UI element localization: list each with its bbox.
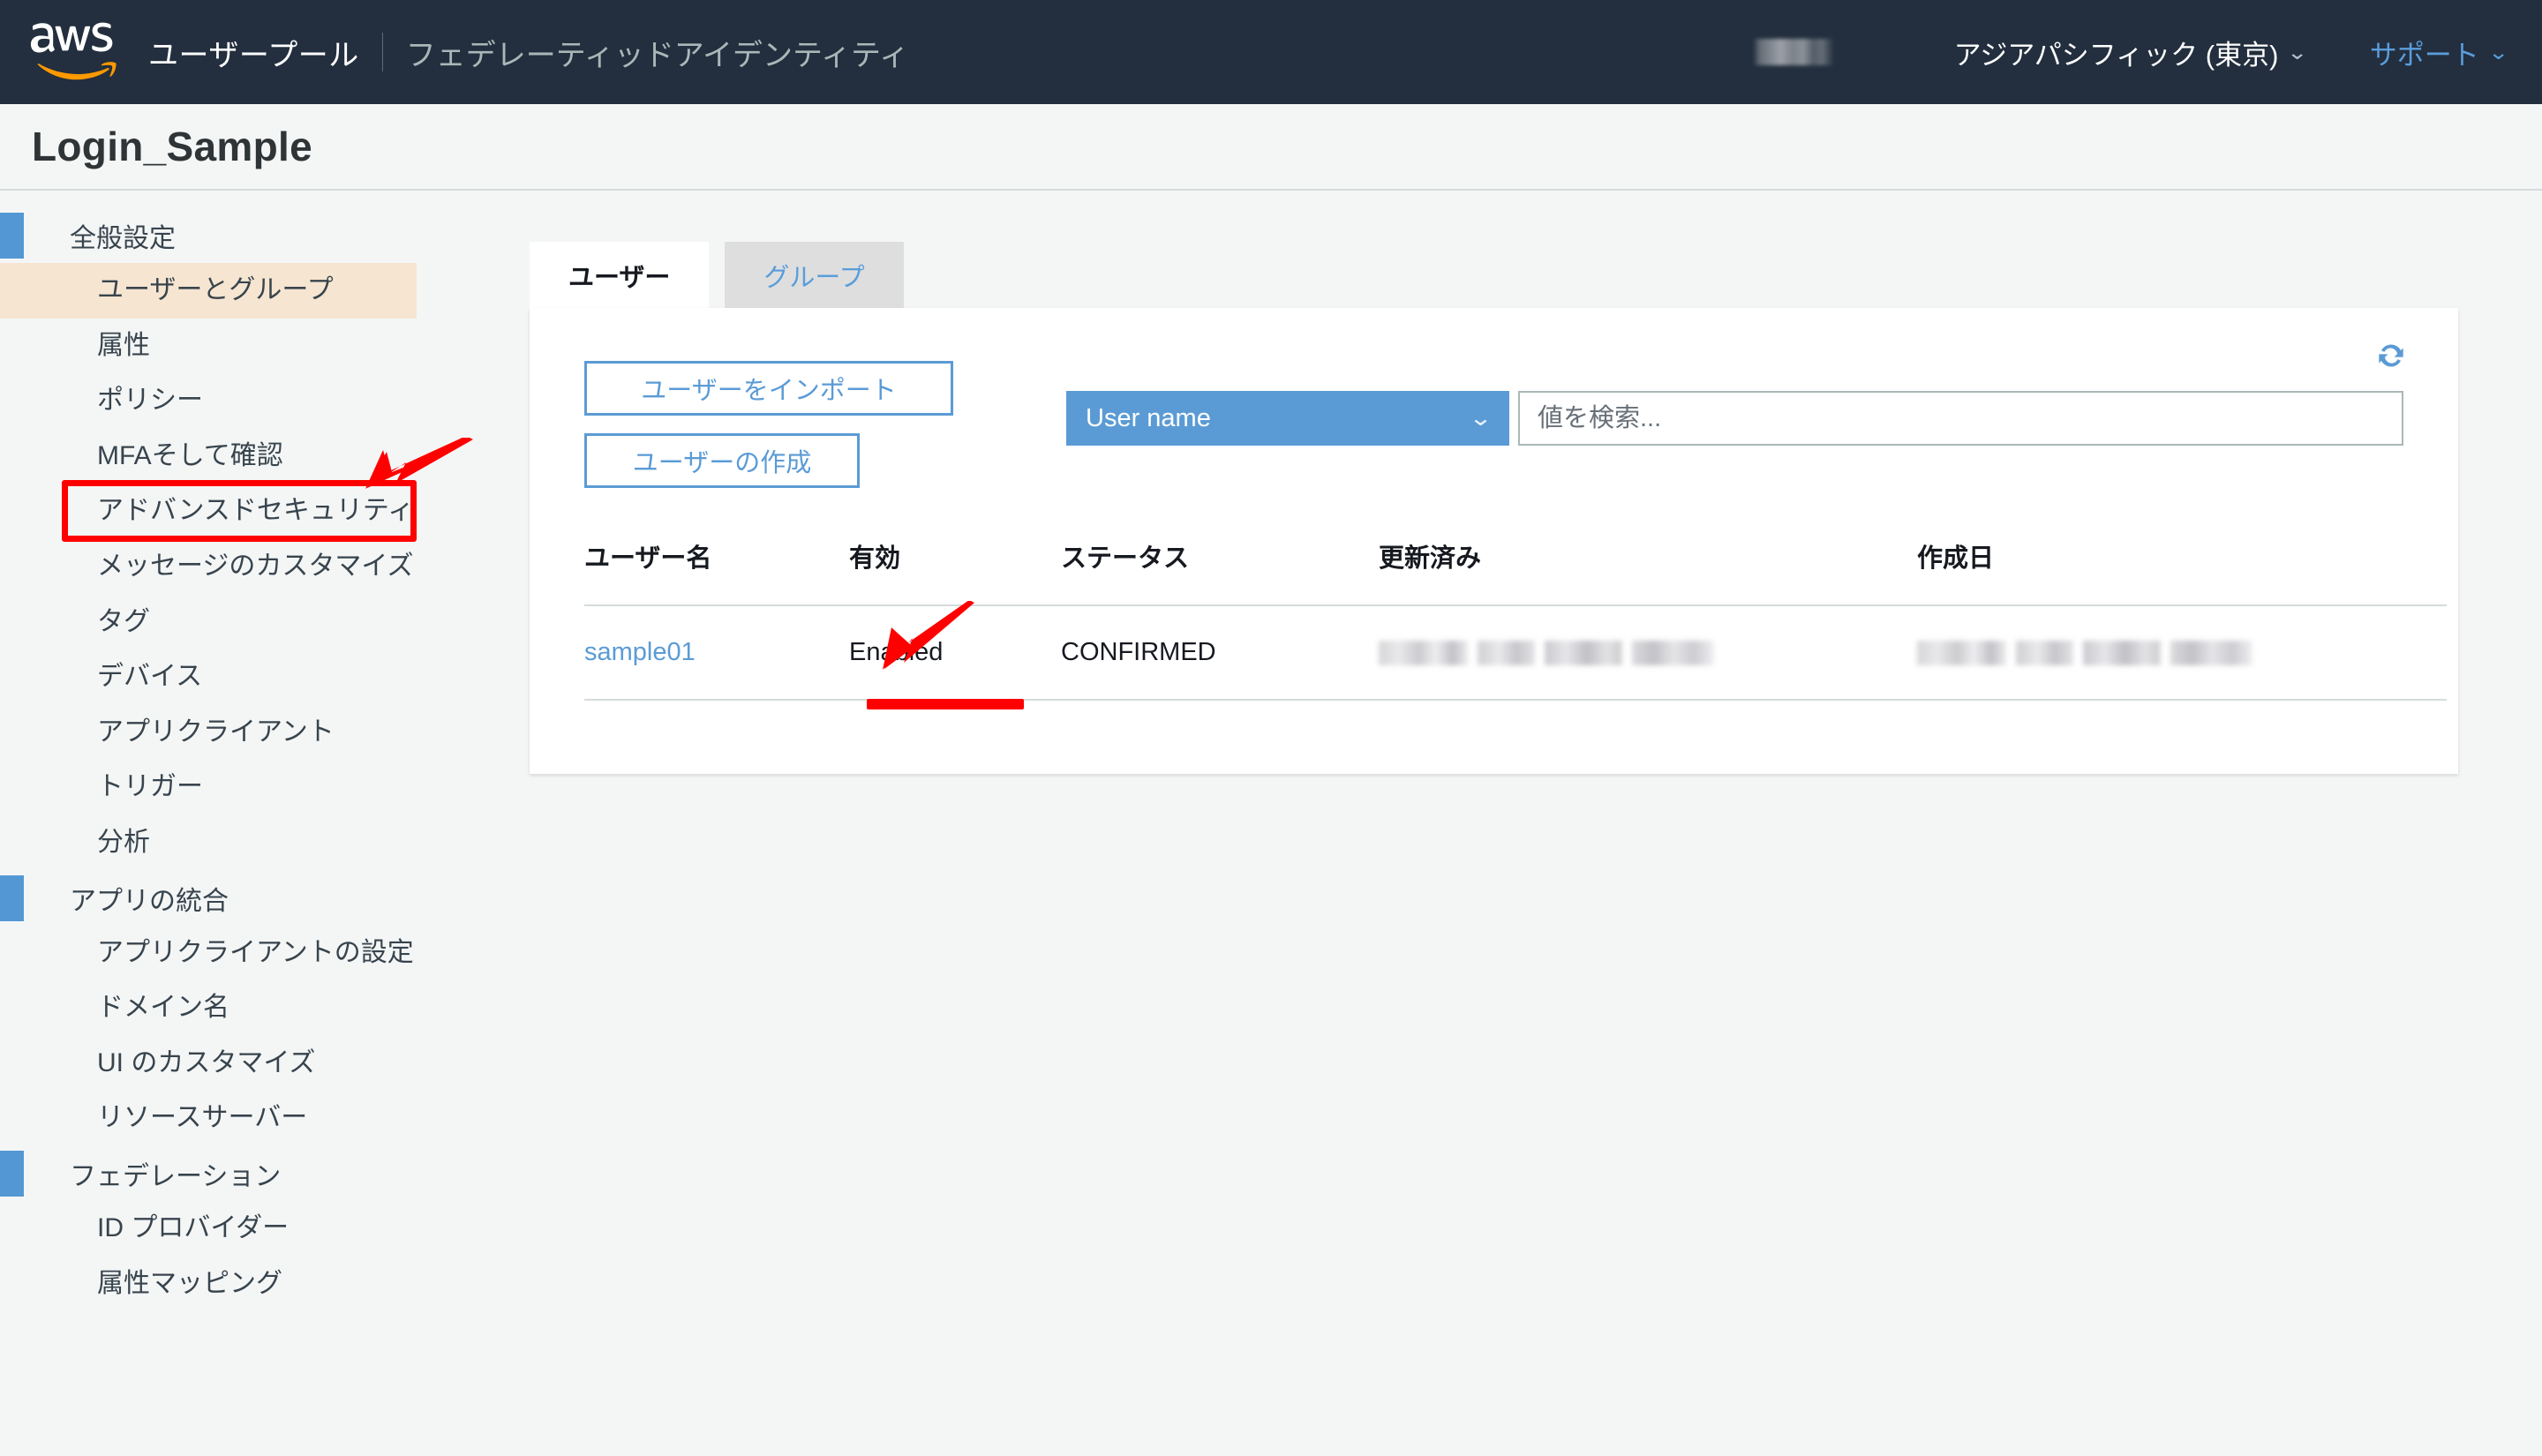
sidebar-item-analytics[interactable]: 分析: [0, 815, 417, 871]
sidebar-item-triggers[interactable]: トリガー: [0, 760, 417, 815]
sidebar-item-attributes[interactable]: 属性: [0, 319, 417, 374]
sidebar-item-ui-customization[interactable]: UI のカスタマイズ: [0, 1036, 417, 1092]
attribute-select-value: User name: [1086, 403, 1211, 432]
users-panel-card: ユーザーをインポート ユーザーの作成 User name ⌄ 値を検索... ユ…: [530, 308, 2458, 774]
nav-right-group: アジアパシフィック (東京) ⌄ サポート ⌄: [1752, 33, 2509, 72]
sidebar-item-domain-name[interactable]: ドメイン名: [0, 980, 417, 1036]
attribute-select[interactable]: User name ⌄: [1066, 391, 1509, 446]
sidebar-item-app-client-settings[interactable]: アプリクライアントの設定: [0, 926, 417, 981]
cell-status: CONFIRMED: [1061, 605, 1379, 701]
nav-group-header[interactable]: フェデレーション: [0, 1146, 530, 1201]
nav-group-general: 全般設定 ユーザーとグループ 属性 ポリシー MFAそして確認 アドバンスドセキ…: [0, 208, 530, 871]
column-header-updated[interactable]: 更新済み: [1379, 537, 1917, 606]
nav-divider: [381, 33, 383, 71]
support-label: サポート: [2369, 39, 2479, 71]
tab-users[interactable]: ユーザー: [530, 242, 710, 308]
body-wrapper: 全般設定 ユーザーとグループ 属性 ポリシー MFAそして確認 アドバンスドセキ…: [0, 191, 2542, 1454]
sidebar-item-advanced-security[interactable]: アドバンスドセキュリティ: [0, 484, 417, 539]
cell-created: [1917, 605, 2447, 701]
chevron-down-icon: ⌄: [2487, 40, 2509, 64]
user-link[interactable]: sample01: [584, 638, 696, 666]
search-input[interactable]: [1518, 391, 2403, 446]
table-body: sample01 Enabled CONFIRMED: [584, 605, 2447, 701]
table-row[interactable]: sample01 Enabled CONFIRMED: [584, 605, 2447, 701]
updated-value-blurred: [1379, 640, 1714, 665]
nav-secondary-label[interactable]: フェデレーティッドアイデンティティ: [406, 31, 909, 74]
cell-username: sample01: [584, 605, 849, 701]
sidebar-item-message-customizations[interactable]: メッセージのカスタマイズ: [0, 539, 417, 595]
column-header-username[interactable]: ユーザー名: [584, 537, 849, 606]
main-content: ユーザー グループ ユーザーをインポート ユーザーの作成 User name ⌄: [530, 191, 2542, 1454]
account-name-blurred[interactable]: [1752, 39, 1839, 65]
sidebar-item-users-and-groups[interactable]: ユーザーとグループ: [0, 263, 417, 319]
column-header-status[interactable]: ステータス: [1061, 537, 1379, 606]
page-title-bar: Login_Sample: [0, 104, 2542, 191]
table-header: ユーザー名 有効 ステータス 更新済み 作成日: [584, 537, 2447, 606]
tab-groups[interactable]: グループ: [725, 242, 904, 308]
column-header-enabled[interactable]: 有効: [849, 537, 1061, 606]
nav-group-label: アプリの統合: [70, 886, 229, 916]
action-button-column: ユーザーをインポート ユーザーの作成: [584, 361, 953, 488]
sidebar-item-devices[interactable]: デバイス: [0, 649, 417, 705]
group-marker-icon: [0, 1150, 24, 1197]
chevron-down-icon: ⌄: [1468, 406, 1493, 431]
create-user-button[interactable]: ユーザーの作成: [584, 433, 860, 488]
support-menu[interactable]: サポート ⌄: [2369, 33, 2509, 72]
nav-group-app-integration: アプリの統合 アプリクライアントの設定 ドメイン名 UI のカスタマイズ リソー…: [0, 871, 530, 1146]
cell-enabled: Enabled: [849, 605, 1061, 701]
group-marker-icon: [0, 874, 24, 921]
cell-updated: [1379, 605, 1917, 701]
nav-group-header[interactable]: 全般設定: [0, 208, 530, 263]
import-users-button[interactable]: ユーザーをインポート: [584, 361, 953, 416]
table-header-row: ユーザー名 有効 ステータス 更新済み 作成日: [584, 537, 2447, 606]
aws-logo[interactable]: [30, 19, 122, 85]
sidebar-item-identity-providers[interactable]: ID プロバイダー: [0, 1201, 417, 1257]
sidebar-item-tags[interactable]: タグ: [0, 595, 417, 650]
region-label: アジアパシフィック (東京): [1953, 39, 2279, 71]
panel-controls: ユーザーをインポート ユーザーの作成 User name ⌄: [584, 308, 2403, 488]
top-navigation-bar: ユーザープール フェデレーティッドアイデンティティ アジアパシフィック (東京)…: [0, 0, 2542, 104]
filter-row: User name ⌄: [1066, 361, 2403, 488]
sidebar-item-app-clients[interactable]: アプリクライアント: [0, 705, 417, 761]
sidebar-item-mfa[interactable]: MFAそして確認: [0, 429, 417, 484]
sidebar-item-attribute-mapping[interactable]: 属性マッピング: [0, 1257, 417, 1312]
region-selector[interactable]: アジアパシフィック (東京) ⌄: [1953, 33, 2309, 72]
tab-strip: ユーザー グループ: [530, 242, 2542, 308]
chevron-down-icon: ⌄: [2287, 40, 2309, 64]
sidebar-item-resource-servers[interactable]: リソースサーバー: [0, 1091, 417, 1146]
page-title: Login_Sample: [32, 124, 312, 169]
users-table: ユーザー名 有効 ステータス 更新済み 作成日 sample01 Enabled…: [584, 537, 2447, 701]
refresh-icon[interactable]: [2373, 338, 2409, 373]
nav-group-label: フェデレーション: [70, 1161, 282, 1191]
column-header-created[interactable]: 作成日: [1917, 537, 2447, 606]
sidebar-item-policies[interactable]: ポリシー: [0, 373, 417, 429]
group-marker-icon: [0, 213, 24, 259]
sidebar-navigation: 全般設定 ユーザーとグループ 属性 ポリシー MFAそして確認 アドバンスドセキ…: [0, 191, 530, 1454]
nav-group-label: 全般設定: [70, 224, 176, 253]
nav-group-federation: フェデレーション ID プロバイダー 属性マッピング: [0, 1146, 530, 1311]
nav-group-header[interactable]: アプリの統合: [0, 871, 530, 926]
created-value-blurred: [1917, 640, 2252, 665]
nav-primary-label[interactable]: ユーザープール: [148, 31, 359, 74]
